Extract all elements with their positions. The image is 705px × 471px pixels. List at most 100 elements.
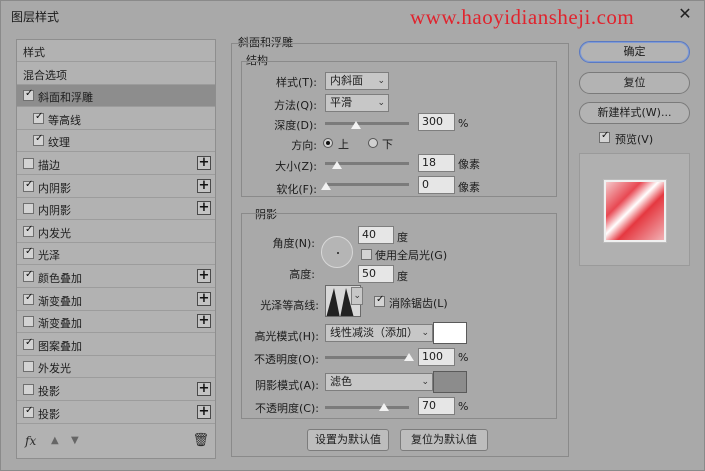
style-list-item[interactable]: 投影 + xyxy=(17,402,215,424)
add-effect-icon[interactable]: + xyxy=(197,314,211,329)
style-item-checkbox[interactable] xyxy=(23,316,34,328)
new-style-button[interactable]: 新建样式(W)... xyxy=(579,102,690,124)
style-list-item[interactable]: 投影 + xyxy=(17,379,215,401)
size-label: 大小(Z): xyxy=(275,160,317,173)
angle-dial[interactable] xyxy=(321,236,353,268)
shadow-opacity-unit: % xyxy=(458,400,469,413)
altitude-input[interactable]: 50 xyxy=(358,265,394,283)
style-item-checkbox[interactable] xyxy=(23,246,34,260)
add-effect-icon[interactable]: + xyxy=(197,201,211,216)
style-list-item[interactable]: 颜色叠加 + xyxy=(17,266,215,288)
style-list-item[interactable]: 等高线 xyxy=(17,108,215,130)
style-item-checkbox[interactable] xyxy=(33,111,44,124)
style-item-checkbox[interactable] xyxy=(23,179,34,192)
shadow-mode-label: 阴影模式(A): xyxy=(255,379,319,392)
style-item-checkbox[interactable] xyxy=(23,384,34,395)
style-preview-thumbnail xyxy=(604,180,666,242)
altitude-label: 高度: xyxy=(289,268,315,281)
shadow-opacity-knob[interactable] xyxy=(379,403,389,411)
preview-checkbox[interactable] xyxy=(599,130,610,143)
depth-slider-knob[interactable] xyxy=(351,121,361,129)
reset-default-button[interactable]: 复位为默认值 xyxy=(400,429,488,451)
shadow-opacity-label: 不透明度(C): xyxy=(255,402,319,415)
highlight-color-swatch[interactable] xyxy=(433,322,467,344)
global-light-checkbox[interactable] xyxy=(361,249,372,260)
gloss-contour-dropdown[interactable]: ⌄ xyxy=(351,287,363,305)
style-list-item[interactable]: 斜面和浮雕 xyxy=(17,85,215,108)
shadow-opacity-slider[interactable] xyxy=(325,406,409,409)
style-list-item[interactable]: 内阴影 + xyxy=(17,198,215,221)
preview-area xyxy=(579,153,690,266)
style-list-item[interactable]: 渐变叠加 + xyxy=(17,311,215,334)
close-icon[interactable]: ✕ xyxy=(676,4,694,23)
style-list-item[interactable]: 渐变叠加 + xyxy=(17,289,215,311)
style-dropdown[interactable]: 内斜面 ⌄ xyxy=(325,72,389,90)
add-effect-icon[interactable]: + xyxy=(197,382,211,396)
watermark: www.haoyidiansheji.com xyxy=(410,5,635,29)
style-item-checkbox[interactable] xyxy=(23,269,34,282)
angle-unit: 度 xyxy=(397,231,408,244)
soften-slider[interactable] xyxy=(325,183,409,186)
style-list-item[interactable]: 样式 xyxy=(17,40,215,62)
add-effect-icon[interactable]: + xyxy=(197,269,211,283)
add-effect-icon[interactable]: + xyxy=(197,178,211,193)
style-list-item[interactable]: 外发光 xyxy=(17,356,215,379)
style-item-label: 图案叠加 xyxy=(38,339,82,353)
move-down-icon[interactable]: ▼ xyxy=(71,435,79,446)
style-list-item[interactable]: 光泽 xyxy=(17,243,215,266)
style-list-item[interactable]: 内发光 xyxy=(17,221,215,243)
soften-input[interactable]: 0 xyxy=(418,176,455,194)
move-up-icon[interactable]: ▲ xyxy=(51,435,59,446)
ok-button[interactable]: 确定 xyxy=(579,41,690,63)
soften-slider-knob[interactable] xyxy=(321,182,331,190)
style-list-item[interactable]: 混合选项 xyxy=(17,63,215,85)
angle-input[interactable]: 40 xyxy=(358,226,394,244)
style-item-checkbox[interactable] xyxy=(33,133,44,147)
fx-icon[interactable]: fx xyxy=(25,434,36,448)
style-item-checkbox[interactable] xyxy=(23,405,34,418)
style-item-checkbox[interactable] xyxy=(23,158,34,169)
trash-icon[interactable]: 🗑 xyxy=(192,433,209,448)
style-item-checkbox[interactable] xyxy=(23,224,34,237)
size-slider-knob[interactable] xyxy=(332,161,342,169)
altitude-unit: 度 xyxy=(397,270,408,283)
highlight-opacity-input[interactable]: 100 xyxy=(418,348,455,366)
style-item-checkbox[interactable] xyxy=(23,203,34,215)
style-item-label: 斜面和浮雕 xyxy=(38,91,93,105)
size-unit: 像素 xyxy=(458,158,480,171)
angle-label: 角度(N): xyxy=(272,237,315,250)
styles-list: fx ▲ ▼ 🗑 样式混合选项斜面和浮雕等高线纹理描边 + 内阴影 + 内阴影 + 内发光光… xyxy=(16,39,216,459)
add-effect-icon[interactable]: + xyxy=(197,404,211,419)
layer-style-dialog: 图层样式 www.haoyidiansheji.com ✕ fx ▲ ▼ 🗑 样… xyxy=(0,0,705,471)
style-item-label: 混合选项 xyxy=(23,68,67,82)
depth-label: 深度(D): xyxy=(274,119,317,132)
style-item-checkbox[interactable] xyxy=(23,88,34,102)
make-default-button[interactable]: 设置为默认值 xyxy=(307,429,389,451)
shadow-mode-dropdown[interactable]: 滤色 ⌄ xyxy=(325,373,433,391)
style-item-label: 渐变叠加 xyxy=(38,317,82,331)
highlight-opacity-knob[interactable] xyxy=(404,353,414,361)
antialias-checkbox[interactable] xyxy=(374,294,385,307)
depth-input[interactable]: 300 xyxy=(418,113,455,131)
direction-down-radio[interactable] xyxy=(368,138,378,148)
style-list-item[interactable]: 纹理 xyxy=(17,130,215,153)
style-item-label: 内发光 xyxy=(38,226,71,240)
reset-button[interactable]: 复位 xyxy=(579,72,690,94)
style-item-checkbox[interactable] xyxy=(23,361,34,373)
shadow-opacity-input[interactable]: 70 xyxy=(418,397,455,415)
size-input[interactable]: 18 xyxy=(418,154,455,172)
chevron-down-icon: ⌄ xyxy=(421,377,429,387)
method-dropdown[interactable]: 平滑 ⌄ xyxy=(325,94,389,112)
depth-slider[interactable] xyxy=(325,122,409,125)
direction-up-radio[interactable] xyxy=(323,138,333,148)
shadow-color-swatch[interactable] xyxy=(433,371,467,393)
style-item-checkbox[interactable] xyxy=(23,337,34,350)
highlight-opacity-slider[interactable] xyxy=(325,356,409,359)
add-effect-icon[interactable]: + xyxy=(197,291,211,306)
style-item-checkbox[interactable] xyxy=(23,292,34,305)
style-list-item[interactable]: 图案叠加 xyxy=(17,334,215,356)
add-effect-icon[interactable]: + xyxy=(197,156,211,170)
style-list-item[interactable]: 描边 + xyxy=(17,153,215,175)
style-list-item[interactable]: 内阴影 + xyxy=(17,176,215,198)
highlight-mode-dropdown[interactable]: 线性减淡（添加） ⌄ xyxy=(325,324,433,342)
